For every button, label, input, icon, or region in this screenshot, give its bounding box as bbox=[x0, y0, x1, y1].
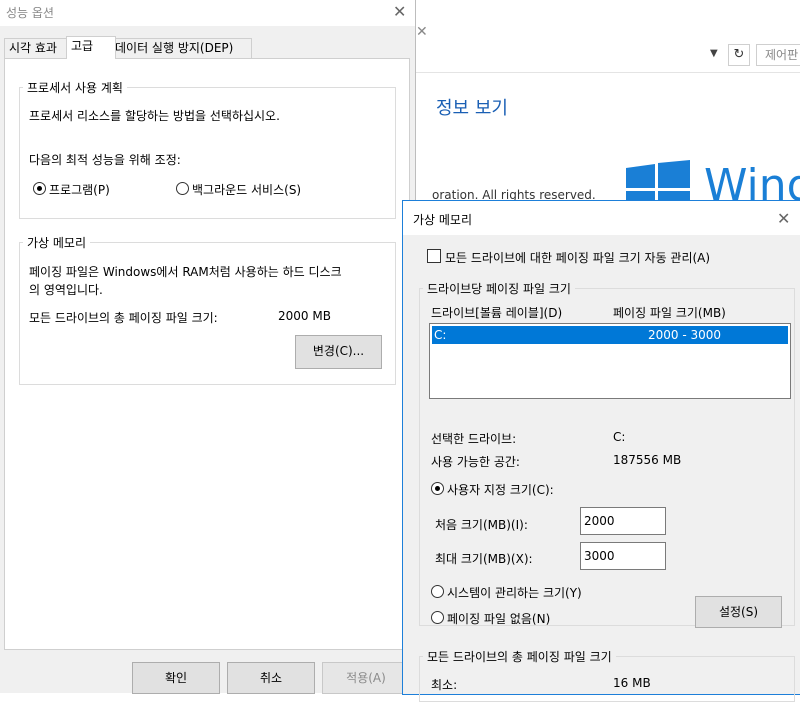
close-icon[interactable]: ✕ bbox=[416, 24, 432, 40]
chevron-down-icon[interactable]: ▼ bbox=[710, 48, 724, 62]
max-size-input[interactable]: 3000 bbox=[580, 542, 666, 570]
title-bar: 성능 옵션 ✕ bbox=[0, 0, 415, 26]
initial-size-input[interactable]: 2000 bbox=[580, 507, 666, 535]
free-space-label: 사용 가능한 공간: bbox=[431, 455, 520, 469]
tab-advanced[interactable]: 고급 bbox=[66, 36, 116, 59]
virtual-memory-dialog: 가상 메모리 ✕ 모든 드라이브에 대한 페이징 파일 크기 자동 관리(A) … bbox=[402, 200, 800, 702]
drive-column-header: 드라이브[볼륨 레이블](D) bbox=[431, 306, 563, 320]
tab-dep[interactable]: 데이터 실행 방지(DEP) bbox=[110, 38, 252, 58]
tab-strip: 시각 효과 고급 데이터 실행 방지(DEP) bbox=[4, 36, 409, 59]
auto-manage-checkbox[interactable] bbox=[427, 249, 441, 263]
performance-options-dialog: 성능 옵션 ✕ 시각 효과 고급 데이터 실행 방지(DEP) 프로세서 사용 … bbox=[0, 0, 416, 694]
selected-drive-value: C: bbox=[613, 430, 626, 444]
no-paging-file-label[interactable]: 페이징 파일 없음(N) bbox=[447, 610, 550, 627]
no-paging-file-radio[interactable] bbox=[431, 611, 444, 624]
min-value: 16 MB bbox=[613, 676, 651, 690]
initial-size-label: 처음 크기(MB)(I): bbox=[435, 518, 528, 532]
size-column-header: 페이징 파일 크기(MB) bbox=[613, 306, 726, 320]
change-button[interactable]: 변경(C)... bbox=[295, 335, 382, 369]
adjust-label: 다음의 최적 성능을 위해 조정: bbox=[29, 153, 181, 167]
vm-description-line2: 의 영역입니다. bbox=[29, 283, 103, 297]
vm-total-value: 2000 MB bbox=[278, 309, 331, 323]
list-item-size: 2000 - 3000 bbox=[648, 328, 722, 342]
refresh-icon: ↻ bbox=[733, 47, 745, 62]
list-item[interactable]: C: 2000 - 3000 bbox=[432, 326, 788, 344]
vm-total-label: 모든 드라이브의 총 페이징 파일 크기: bbox=[29, 311, 218, 325]
custom-size-label[interactable]: 사용자 지정 크기(C): bbox=[447, 481, 554, 498]
set-button[interactable]: 설정(S) bbox=[695, 596, 782, 628]
refresh-button[interactable]: ↻ bbox=[728, 44, 750, 66]
virtual-memory-legend: 가상 메모리 bbox=[23, 234, 91, 251]
programs-radio-label[interactable]: 프로그램(P) bbox=[49, 181, 110, 198]
free-space-value: 187556 MB bbox=[613, 453, 682, 467]
ok-button[interactable]: 확인 bbox=[132, 662, 220, 694]
system-managed-label[interactable]: 시스템이 관리하는 크기(Y) bbox=[447, 584, 582, 601]
search-placeholder: 제어판 bbox=[765, 48, 799, 62]
background-services-radio[interactable] bbox=[176, 182, 189, 195]
background-services-radio-label[interactable]: 백그라운드 서비스(S) bbox=[192, 181, 301, 198]
custom-size-radio[interactable] bbox=[431, 482, 444, 495]
title-bar: 가상 메모리 ✕ bbox=[403, 201, 800, 235]
min-label: 최소: bbox=[431, 678, 458, 692]
processor-group-legend: 프로세서 사용 계획 bbox=[23, 79, 127, 96]
programs-radio[interactable] bbox=[33, 182, 46, 195]
max-size-label: 최대 크기(MB)(X): bbox=[435, 552, 533, 566]
cancel-button[interactable]: 취소 bbox=[227, 662, 315, 694]
system-managed-radio[interactable] bbox=[431, 585, 444, 598]
apply-button[interactable]: 적용(A) bbox=[322, 662, 410, 694]
auto-manage-label[interactable]: 모든 드라이브에 대한 페이징 파일 크기 자동 관리(A) bbox=[445, 249, 710, 266]
drive-list[interactable]: C: 2000 - 3000 bbox=[429, 323, 791, 399]
dialog-title: 가상 메모리 bbox=[413, 213, 473, 227]
close-icon[interactable]: ✕ bbox=[777, 209, 790, 228]
dialog-title: 성능 옵션 bbox=[6, 6, 54, 20]
page-title: 정보 보기 bbox=[436, 98, 508, 119]
window-top-frame bbox=[410, 0, 800, 20]
total-paging-legend: 모든 드라이브의 총 페이징 파일 크기 bbox=[423, 648, 616, 665]
selected-drive-label: 선택한 드라이브: bbox=[431, 432, 517, 446]
tab-panel-advanced: 프로세서 사용 계획 프로세서 리소스를 할당하는 방법을 선택하십시오. 다음… bbox=[4, 58, 410, 650]
close-icon[interactable]: ✕ bbox=[393, 2, 406, 21]
per-drive-legend: 드라이브당 페이징 파일 크기 bbox=[423, 280, 575, 297]
tab-visual-effects[interactable]: 시각 효과 bbox=[4, 38, 72, 58]
vm-description-line1: 페이징 파일은 Windows에서 RAM처럼 사용하는 하드 디스크 bbox=[29, 265, 342, 279]
list-item-drive: C: bbox=[434, 328, 447, 342]
search-input[interactable]: 제어판 bbox=[756, 44, 800, 66]
processor-description: 프로세서 리소스를 할당하는 방법을 선택하십시오. bbox=[29, 109, 280, 123]
